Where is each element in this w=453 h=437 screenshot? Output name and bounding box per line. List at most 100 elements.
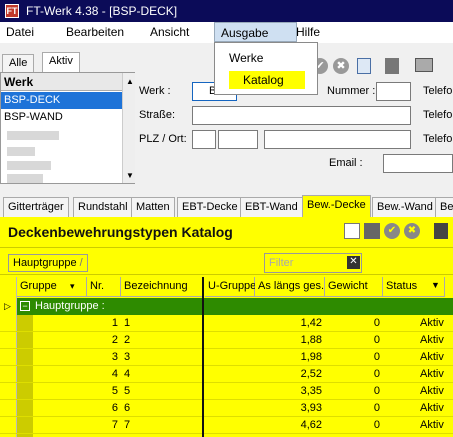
- cell-gewicht: 0: [373, 351, 380, 363]
- col-header-nr[interactable]: Nr.: [87, 277, 121, 297]
- cell-as-laengs: 4,62: [300, 419, 322, 431]
- strasse-label: Straße:: [139, 109, 176, 121]
- table-row[interactable]: 5 5 3,35 0 Aktiv: [0, 383, 453, 400]
- cell-nr: 3: [111, 351, 118, 363]
- group-by-bar: Hauptgruppe / Filter ✕: [0, 247, 453, 275]
- scroll-down-icon[interactable]: ▼: [126, 171, 134, 180]
- col-header-status-label: Status: [386, 280, 418, 292]
- table-row[interactable]: 2 2 1,88 0 Aktiv: [0, 332, 453, 349]
- cell-status: Aktiv: [420, 419, 444, 431]
- menu-datei[interactable]: Datei: [6, 25, 34, 39]
- menu-hilfe[interactable]: Hilfe: [296, 25, 320, 39]
- tab-gittertraeger[interactable]: Gitterträger: [3, 197, 69, 217]
- tab-matten[interactable]: Matten: [131, 197, 175, 217]
- cell-nr: 2: [111, 334, 118, 346]
- row-indicator-icon: ▷: [4, 301, 11, 311]
- cell-gewicht: 0: [373, 334, 380, 346]
- cell-gewicht: 0: [373, 402, 380, 414]
- telefon-label-3: Telefo: [423, 133, 453, 145]
- copy-icon[interactable]: [357, 58, 371, 74]
- blurred-row: [7, 131, 59, 140]
- nummer-input[interactable]: [376, 82, 411, 101]
- blurred-row: [7, 147, 35, 156]
- table-row[interactable]: 4 4 2,52 0 Aktiv: [0, 366, 453, 383]
- nummer-label: Nummer :: [327, 85, 376, 97]
- slash-icon: /: [79, 257, 83, 269]
- menu-item-katalog[interactable]: Katalog: [229, 71, 305, 89]
- cell-as-laengs: 1,88: [300, 334, 322, 346]
- cell-as-laengs: 3,93: [300, 402, 322, 414]
- filter-funnel-icon[interactable]: ▾: [70, 281, 75, 292]
- cell-bezeichnung: 6: [124, 402, 131, 414]
- menu-bearbeiten[interactable]: Bearbeiten: [66, 25, 124, 39]
- cell-status: Aktiv: [420, 368, 444, 380]
- filter-clear-icon[interactable]: ✕: [347, 256, 360, 269]
- table-row[interactable]: 7 7 4,62 0 Aktiv: [0, 417, 453, 434]
- plz-ort-label: PLZ / Ort:: [139, 133, 187, 145]
- tab-alle[interactable]: Alle: [2, 54, 35, 72]
- delete-icon[interactable]: [385, 58, 399, 74]
- group-chip[interactable]: Hauptgruppe /: [8, 254, 88, 272]
- tab-rundstahl[interactable]: Rundstahl: [73, 197, 133, 217]
- menu-ausgabe[interactable]: Ausgabe: [214, 22, 297, 42]
- cell-nr: 1: [111, 317, 118, 329]
- menu-ausgabe-label: Ausgabe: [221, 26, 269, 40]
- printer-icon[interactable]: [415, 58, 433, 72]
- werk-list-scrollbar[interactable]: ▲ ▼: [122, 73, 135, 183]
- table-row[interactable]: 3 3 1,98 0 Aktiv: [0, 349, 453, 366]
- tab-bew-decke[interactable]: Bew.-Decke: [302, 195, 371, 217]
- table-row[interactable]: 1 1 1,42 0 Aktiv: [0, 315, 453, 332]
- cell-nr: 6: [111, 402, 118, 414]
- close-icon[interactable]: ✖: [404, 223, 420, 239]
- col-header-status[interactable]: Status ▼: [383, 277, 445, 297]
- cell-bezeichnung: 4: [124, 368, 131, 380]
- dropdown-arrow-icon: ▼: [431, 280, 440, 290]
- cell-as-laengs: 1,42: [300, 317, 322, 329]
- col-header-as-laengs[interactable]: As längs ges.: [255, 277, 325, 297]
- werk-list: Werk BSP-DECK BSP-WAND ▲ ▼: [0, 72, 135, 184]
- menu-item-katalog-label: Katalog: [243, 73, 284, 87]
- werk-row-bsp-deck[interactable]: BSP-DECK: [1, 92, 122, 109]
- cancel-icon[interactable]: ✖: [333, 58, 349, 74]
- plz-input[interactable]: [218, 130, 258, 149]
- group-row[interactable]: − Hauptgruppe :: [17, 298, 453, 315]
- katalog-grid: Gruppe ▾ Nr. Bezeichnung U-Gruppe As län…: [0, 277, 453, 437]
- tab-more[interactable]: Be: [435, 197, 453, 217]
- cell-nr: 4: [111, 368, 118, 380]
- filter-input[interactable]: Filter ✕: [264, 253, 362, 273]
- menu-item-werke[interactable]: Werke: [229, 51, 263, 65]
- tab-aktiv[interactable]: Aktiv: [42, 52, 80, 72]
- scroll-up-icon[interactable]: ▲: [126, 77, 134, 86]
- plz-prefix-input[interactable]: [192, 130, 216, 149]
- tab-ebt-wand[interactable]: EBT-Wand: [240, 197, 303, 217]
- menu-ansicht[interactable]: Ansicht: [150, 25, 189, 39]
- tab-ebt-decke[interactable]: EBT-Decke: [177, 197, 243, 217]
- collapse-icon[interactable]: −: [20, 301, 30, 311]
- col-header-gruppe[interactable]: Gruppe: [17, 277, 87, 297]
- table-row[interactable]: 6 6 3,93 0 Aktiv: [0, 400, 453, 417]
- col-header-bezeichnung[interactable]: Bezeichnung: [121, 277, 203, 297]
- email-input[interactable]: [383, 154, 453, 173]
- group-row-label: Hauptgruppe :: [35, 300, 105, 312]
- cell-bezeichnung: 7: [124, 419, 131, 431]
- ort-input[interactable]: [264, 130, 411, 149]
- left-tabs: Alle Aktiv: [0, 52, 135, 72]
- main-tabs: Gitterträger Rundstahl Matten EBT-Decke …: [0, 195, 453, 217]
- cell-gewicht: 0: [373, 368, 380, 380]
- cell-as-laengs: 3,35: [300, 385, 322, 397]
- tab-bew-wand[interactable]: Bew.-Wand: [372, 197, 438, 217]
- trash-icon[interactable]: [364, 223, 380, 239]
- col-header-u-gruppe[interactable]: U-Gruppe: [205, 277, 256, 297]
- filter-placeholder: Filter: [269, 257, 294, 269]
- cell-bezeichnung: 5: [124, 385, 131, 397]
- window-title: FT-Werk 4.38 - [BSP-DECK]: [26, 4, 178, 18]
- col-header-gewicht[interactable]: Gewicht: [325, 277, 383, 297]
- check-icon[interactable]: ✔: [384, 223, 400, 239]
- export-icon[interactable]: [434, 223, 448, 239]
- cell-status: Aktiv: [420, 402, 444, 414]
- strasse-input[interactable]: [192, 106, 411, 125]
- telefon-label-2: Telefo: [423, 109, 453, 121]
- werk-row-bsp-wand[interactable]: BSP-WAND: [1, 109, 122, 126]
- new-doc-icon[interactable]: [344, 223, 360, 239]
- cell-status: Aktiv: [420, 317, 444, 329]
